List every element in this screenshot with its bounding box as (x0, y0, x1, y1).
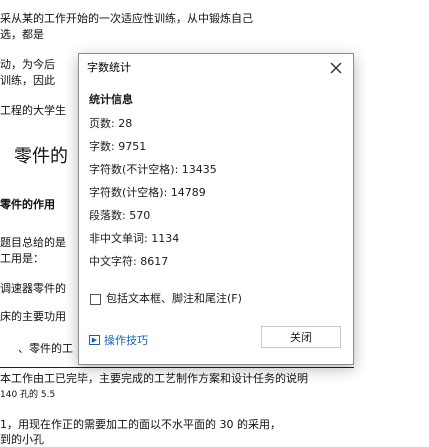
stat-label: 字符数(计空格): (89, 186, 168, 199)
stat-label: 非中文单词: (89, 232, 148, 245)
doc-line: 选，都是 (0, 28, 44, 41)
stat-label: 页数: (89, 117, 115, 130)
dialog-title: 字数统计 (87, 61, 131, 74)
include-textboxes-option[interactable]: 包括文本框、脚注和尾注(F) (90, 292, 242, 306)
stat-value: 13435 (181, 163, 217, 176)
doc-line: 调速器零件的 (0, 282, 66, 295)
close-icon[interactable] (325, 57, 347, 79)
stat-label: 字符数(不计空格): (89, 163, 179, 176)
stat-value: 1134 (151, 232, 180, 245)
close-button[interactable]: 关闭 (261, 326, 341, 348)
stat-row-chinese-chars: 中文字符: 8617 (89, 255, 168, 269)
doc-line: 动，为今后 (0, 58, 55, 71)
doc-line: 到的小孔 (0, 433, 44, 446)
doc-line: 140 孔的 5.5 (0, 390, 56, 400)
stat-value: 14789 (170, 186, 206, 199)
doc-line: 训练，因此 (0, 74, 55, 87)
doc-line: 工用是： (0, 252, 44, 265)
doc-line: 题目总给的是 (0, 236, 66, 249)
stat-label: 中文字符: (89, 255, 137, 268)
stat-row-paragraphs: 段落数: 570 (89, 209, 150, 223)
doc-line: 采从某的工作开始的一次适应性训练，从中锻炼自己 (0, 12, 253, 25)
doc-line: 1，用现在作正的需要加工的面以不水平面的 30 的采用， (0, 418, 281, 431)
tips-label: 操作技巧 (104, 334, 148, 347)
doc-heading: 零件的 (14, 146, 68, 167)
stat-row-non-chinese-words: 非中文单词: 1134 (89, 232, 179, 246)
doc-line: 、零件的工 (18, 342, 73, 355)
word-count-dialog: 字数统计 统计信息 页数: 28 字数: 9751 字符数(不计空格): 134… (78, 53, 354, 365)
stat-value: 8617 (140, 255, 169, 268)
stat-value: 28 (118, 117, 133, 130)
tips-link[interactable]: ▶ 操作技巧 (89, 332, 148, 348)
stat-row-chars-no-spaces: 字符数(不计空格): 13435 (89, 163, 217, 177)
stat-row-words: 字数: 9751 (89, 140, 146, 154)
doc-rule (0, 367, 354, 368)
stat-value: 570 (129, 209, 151, 222)
play-icon: ▶ (89, 335, 100, 345)
include-textboxes-checkbox[interactable] (90, 293, 101, 305)
doc-line: 本工作由工已完毕，主要完成的工艺制作方案和设计任务的说明 (0, 372, 308, 385)
doc-heading: 零件的作用 (0, 198, 55, 211)
close-icon-glyph (330, 62, 342, 74)
stat-row-pages: 页数: 28 (89, 117, 132, 131)
doc-line: 工程的大学生 (0, 104, 66, 117)
stats-heading: 统计信息 (89, 93, 133, 106)
doc-line: 床的主要功用 (0, 310, 66, 323)
stat-label: 字数: (89, 140, 115, 153)
include-textboxes-label: 包括文本框、脚注和尾注(F) (106, 292, 242, 305)
stat-value: 9751 (118, 140, 147, 153)
stat-label: 段落数: (89, 209, 126, 222)
stat-row-chars-with-spaces: 字符数(计空格): 14789 (89, 186, 206, 200)
